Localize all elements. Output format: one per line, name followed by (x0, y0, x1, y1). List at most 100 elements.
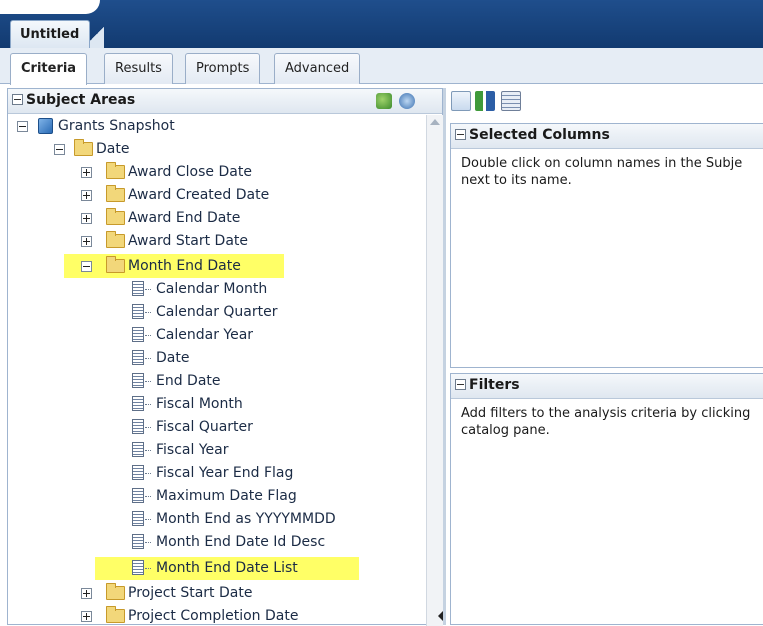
filters-hint: Add filters to the analysis criteria by … (451, 399, 763, 439)
tree-node-award-close-date[interactable]: Award Close Date (8, 161, 388, 183)
subject-areas-title: Subject Areas (26, 92, 136, 108)
tree-node-label: Fiscal Year (156, 442, 229, 458)
column-icon (132, 560, 144, 575)
tree-column-fiscal-year[interactable]: Fiscal Year (8, 439, 388, 461)
subject-areas-pane: Subject Areas Grants Snapshot Date Award… (7, 88, 443, 626)
tree-node-grants-snapshot[interactable]: Grants Snapshot (8, 115, 388, 137)
tree-node-date[interactable]: Date (8, 138, 388, 160)
folder-icon (106, 606, 125, 623)
tree-node-award-end-date[interactable]: Award End Date (8, 207, 388, 229)
tree-column-calendar-quarter[interactable]: Calendar Quarter (8, 301, 388, 323)
add-subject-area-icon[interactable] (376, 93, 392, 109)
tree-column-month-end-yyyymmdd[interactable]: Month End as YYYYMMDD (8, 508, 388, 530)
tree-node-label: Fiscal Month (156, 396, 243, 412)
expand-toggle-icon[interactable] (81, 588, 92, 599)
tree-node-label: Month End as YYYYMMDD (156, 511, 336, 527)
tab-prompts[interactable]: Prompts (185, 53, 261, 84)
tree-column-end-date[interactable]: End Date (8, 370, 388, 392)
selected-columns-header: Selected Columns (451, 124, 763, 149)
column-icon (132, 350, 144, 365)
document-tab-untitled[interactable]: Untitled (10, 20, 90, 48)
subject-areas-header: Subject Areas (8, 89, 442, 114)
filters-header: Filters (451, 374, 763, 399)
tree-node-label: Calendar Month (156, 281, 268, 297)
tree-node-label: End Date (156, 373, 221, 389)
tree-node-month-end-date[interactable]: Month End Date (8, 255, 388, 277)
collapse-toggle-icon[interactable] (54, 144, 65, 155)
title-bar (0, 0, 763, 48)
collapse-filters-icon[interactable] (455, 378, 466, 390)
column-icon (132, 304, 144, 319)
folder-icon (106, 208, 125, 225)
expand-toggle-icon[interactable] (81, 213, 92, 224)
collapse-pane-arrow-icon[interactable] (438, 611, 443, 621)
scroll-up-arrow-icon[interactable] (430, 119, 440, 125)
tree-node-label: Date (156, 350, 190, 366)
tree-node-label: Fiscal Year End Flag (156, 465, 294, 481)
editor-tab-strip: Criteria Results Prompts Advanced (0, 48, 763, 85)
selected-columns-hint: Double click on column names in the Subj… (451, 149, 763, 189)
sort-icon[interactable] (475, 91, 495, 111)
tree-scrollbar[interactable] (426, 115, 443, 626)
tab-criteria[interactable]: Criteria (10, 53, 88, 85)
tree-column-month-end-date-list[interactable]: Month End Date List (8, 557, 388, 579)
column-icon (132, 396, 144, 411)
title-bar-corner (0, 0, 100, 14)
collapse-toggle-icon[interactable] (17, 121, 28, 132)
column-icon (132, 511, 144, 526)
refresh-icon[interactable] (399, 93, 415, 109)
tree-node-label: Date (96, 141, 130, 157)
tree-column-fiscal-month[interactable]: Fiscal Month (8, 393, 388, 415)
tree-node-label: Award End Date (128, 210, 241, 226)
folder-icon (74, 139, 93, 156)
tree-node-project-completion-date[interactable]: Project Completion Date (8, 605, 388, 626)
selected-columns-section: Selected Columns Double click on column … (450, 123, 763, 368)
expand-toggle-icon[interactable] (81, 167, 92, 178)
tab-advanced[interactable]: Advanced (274, 53, 361, 84)
folder-icon (106, 162, 125, 179)
tree-node-label: Award Created Date (128, 187, 270, 203)
tree-node-label: Grants Snapshot (58, 118, 175, 134)
column-properties-icon[interactable] (501, 91, 521, 111)
column-icon (132, 488, 144, 503)
filters-title: Filters (469, 377, 520, 393)
folder-icon (106, 231, 125, 248)
expand-toggle-icon[interactable] (81, 236, 92, 247)
filters-section: Filters Add filters to the analysis crit… (450, 373, 763, 625)
column-icon (132, 419, 144, 434)
tree-node-label: Month End Date (128, 258, 241, 274)
collapse-selected-columns-icon[interactable] (455, 128, 466, 140)
folder-icon (106, 583, 125, 600)
column-icon (132, 442, 144, 457)
tree-node-label: Award Close Date (128, 164, 252, 180)
tree-column-maximum-date-flag[interactable]: Maximum Date Flag (8, 485, 388, 507)
subject-area-cube-icon (38, 118, 53, 134)
selected-columns-hint-line-2: next to its name. (461, 173, 572, 188)
tree-column-calendar-year[interactable]: Calendar Year (8, 324, 388, 346)
tree-column-date[interactable]: Date (8, 347, 388, 369)
selected-columns-title: Selected Columns (469, 127, 610, 143)
expand-toggle-icon[interactable] (81, 190, 92, 201)
tree-column-month-end-date-id-desc[interactable]: Month End Date Id Desc (8, 531, 388, 553)
folder-icon (106, 256, 125, 273)
expand-toggle-icon[interactable] (81, 611, 92, 622)
collapse-toggle-icon[interactable] (81, 261, 92, 272)
tree-node-label: Calendar Year (156, 327, 254, 343)
filters-hint-line-2: catalog pane. (461, 423, 550, 438)
column-icon (132, 327, 144, 342)
tree-node-project-start-date[interactable]: Project Start Date (8, 582, 388, 604)
collapse-subject-areas-icon[interactable] (12, 93, 23, 105)
tree-node-label: Project Completion Date (128, 608, 299, 624)
column-icon (132, 281, 144, 296)
tree-column-fiscal-quarter[interactable]: Fiscal Quarter (8, 416, 388, 438)
filter-icon[interactable] (451, 91, 471, 111)
tree-node-award-start-date[interactable]: Award Start Date (8, 230, 388, 252)
pane-splitter[interactable] (443, 88, 446, 625)
tree-node-label: Maximum Date Flag (156, 488, 297, 504)
tree-node-award-created-date[interactable]: Award Created Date (8, 184, 388, 206)
tree-node-label: Month End Date Id Desc (156, 534, 326, 550)
column-icon (132, 534, 144, 549)
tab-results[interactable]: Results (104, 53, 173, 84)
tree-column-calendar-month[interactable]: Calendar Month (8, 278, 388, 300)
tree-column-fiscal-year-end-flag[interactable]: Fiscal Year End Flag (8, 462, 388, 484)
